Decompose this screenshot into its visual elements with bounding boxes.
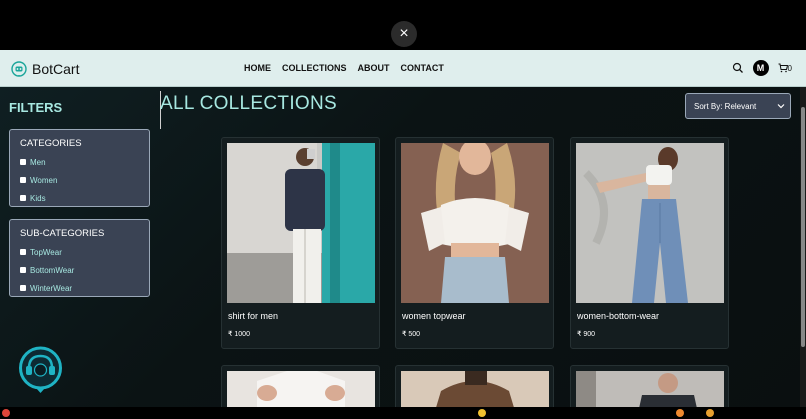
sort-select[interactable]: Sort By: Relevant: [685, 93, 791, 119]
avatar[interactable]: M: [752, 60, 769, 76]
brand-name: BotCart: [32, 61, 80, 77]
product-card[interactable]: [570, 365, 729, 407]
product-price: ₹ 500: [402, 331, 421, 338]
product-card[interactable]: [221, 365, 380, 407]
filter-men[interactable]: Men: [20, 153, 139, 171]
product-image[interactable]: [227, 371, 375, 407]
filter-label: Men: [30, 157, 46, 167]
filter-bottomwear[interactable]: BottomWear: [20, 261, 139, 279]
product-price: ₹ 900: [577, 331, 596, 338]
filter-label: Kids: [30, 193, 46, 203]
checkbox[interactable]: [20, 195, 26, 201]
sort-label: Sort By: Relevant: [694, 101, 757, 111]
chevron-down-icon: [777, 104, 785, 109]
filter-label: WinterWear: [30, 283, 73, 293]
checkbox[interactable]: [20, 249, 26, 255]
product-name[interactable]: women-bottom-wear: [577, 311, 659, 321]
checkbox[interactable]: [20, 285, 26, 291]
filter-women[interactable]: Women: [20, 171, 139, 189]
product-name[interactable]: shirt for men: [228, 311, 278, 321]
product-image[interactable]: [401, 371, 549, 407]
filter-label: BottomWear: [30, 265, 75, 275]
nav-icons: M 0: [732, 60, 792, 76]
filter-label: Women: [30, 175, 58, 185]
product-image[interactable]: [576, 371, 724, 407]
categories-heading: CATEGORIES: [20, 138, 82, 149]
scrollbar[interactable]: [800, 87, 806, 407]
checkbox[interactable]: [20, 267, 26, 273]
product-name[interactable]: women topwear: [402, 311, 466, 321]
brand[interactable]: BotCart: [11, 58, 79, 80]
filters-title: FILTERS: [9, 100, 63, 115]
filter-label: TopWear: [30, 247, 62, 257]
bottom-bar: [0, 407, 806, 419]
main-content: FILTERS CATEGORIES Men Women Kids SUB-CA…: [0, 87, 806, 407]
emoji-icon: [706, 409, 714, 417]
product-image[interactable]: [401, 143, 549, 303]
product-card[interactable]: [395, 365, 554, 407]
navbar: BotCart HOME COLLECTIONS ABOUT CONTACT M…: [0, 50, 806, 87]
filter-topwear[interactable]: TopWear: [20, 243, 139, 261]
filter-winterwear[interactable]: WinterWear: [20, 279, 139, 297]
emoji-icon: [676, 409, 684, 417]
nav-home[interactable]: HOME: [244, 63, 271, 73]
scrollbar-thumb[interactable]: [801, 107, 805, 347]
close-icon[interactable]: ×: [391, 21, 417, 47]
cart-button[interactable]: 0: [778, 63, 792, 73]
nav-contact[interactable]: CONTACT: [401, 63, 444, 73]
cart-count: 0: [787, 63, 792, 73]
checkbox[interactable]: [20, 159, 26, 165]
search-icon[interactable]: [732, 62, 744, 74]
robot-icon: [11, 61, 27, 77]
checkbox[interactable]: [20, 177, 26, 183]
nav-links: HOME COLLECTIONS ABOUT CONTACT: [244, 63, 444, 73]
categories-filter: CATEGORIES Men Women Kids: [9, 129, 150, 207]
page-title: ALL COLLECTIONS: [160, 93, 337, 114]
product-card[interactable]: women-bottom-wear ₹ 900: [570, 137, 729, 349]
product-price: ₹ 1000: [228, 331, 250, 338]
overlay-top-bar: ×: [0, 0, 806, 50]
emoji-icon: [478, 409, 486, 417]
product-image[interactable]: [227, 143, 375, 303]
status-dot-icon: [2, 409, 10, 417]
chatbot-icon[interactable]: [17, 344, 64, 394]
subcategories-heading: SUB-CATEGORIES: [20, 228, 105, 239]
nav-collections[interactable]: COLLECTIONS: [282, 63, 347, 73]
nav-about[interactable]: ABOUT: [358, 63, 390, 73]
filter-kids[interactable]: Kids: [20, 189, 139, 207]
product-card[interactable]: women topwear ₹ 500: [395, 137, 554, 349]
subcategories-filter: SUB-CATEGORIES TopWear BottomWear Winter…: [9, 219, 150, 297]
cart-icon: [778, 63, 788, 73]
product-image[interactable]: [576, 143, 724, 303]
product-card[interactable]: shirt for men ₹ 1000: [221, 137, 380, 349]
